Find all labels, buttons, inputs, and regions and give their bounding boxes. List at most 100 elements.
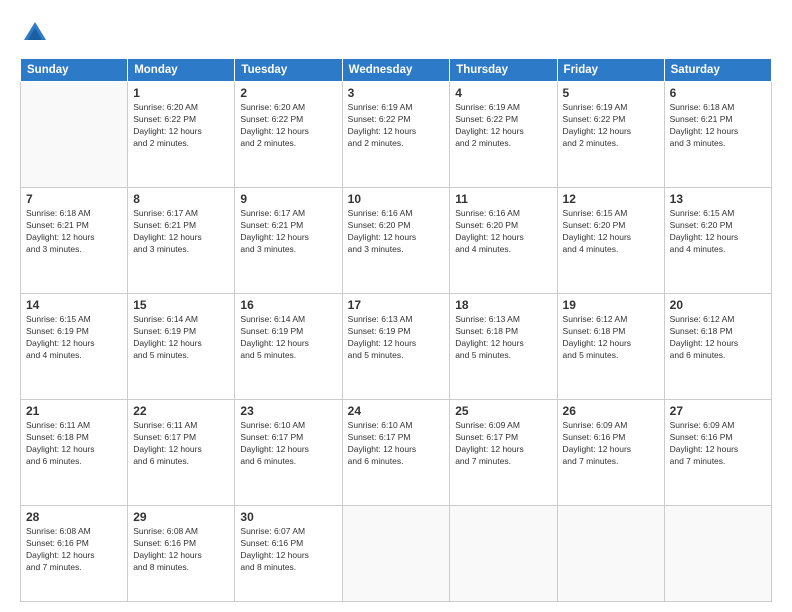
header-monday: Monday: [128, 59, 235, 82]
day-cell: 25Sunrise: 6:09 AMSunset: 6:17 PMDayligh…: [450, 399, 557, 505]
day-cell: 6Sunrise: 6:18 AMSunset: 6:21 PMDaylight…: [664, 82, 771, 188]
day-number: 8: [133, 192, 229, 206]
day-number: 10: [348, 192, 445, 206]
calendar-header: SundayMondayTuesdayWednesdayThursdayFrid…: [21, 59, 772, 82]
day-cell: 27 Sunrise: 6:09 AMSunset: 6:16 PMDayligh…: [664, 399, 771, 505]
logo-icon: [20, 18, 50, 48]
day-cell: [450, 505, 557, 601]
day-cell: 24 Sunrise: 6:10 AMSunset: 6:17 PMDayligh…: [342, 399, 450, 505]
day-cell: 14 Sunrise: 6:15 AMSunset: 6:19 PMDayligh…: [21, 293, 128, 399]
day-cell: 4 Sunrise: 6:19 AMSunset: 6:22 PMDaylight…: [450, 82, 557, 188]
day-number: 1: [133, 86, 229, 100]
day-number: 28: [26, 510, 122, 524]
day-number: 9: [240, 192, 336, 206]
day-info: Sunrise: 6:09 AMSunset: 6:17 PMDaylight:…: [455, 420, 551, 468]
day-cell: 17 Sunrise: 6:13 AMSunset: 6:19 PMDayligh…: [342, 293, 450, 399]
day-cell: 30 Sunrise: 6:07 AMSunset: 6:16 PMDayligh…: [235, 505, 342, 601]
day-number: 24: [348, 404, 445, 418]
top-area: [20, 18, 772, 48]
header-wednesday: Wednesday: [342, 59, 450, 82]
day-cell: 23 Sunrise: 6:10 AMSunset: 6:17 PMDayligh…: [235, 399, 342, 505]
day-number: 4: [455, 86, 551, 100]
day-number: 18: [455, 298, 551, 312]
day-number: 23: [240, 404, 336, 418]
day-number: 7: [26, 192, 122, 206]
day-info: Sunrise: 6:08 AMSunset: 6:16 PMDaylight:…: [133, 526, 229, 574]
day-info: Sunrise: 6:20 AMSunset: 6:22 PMDaylight:…: [133, 102, 229, 150]
day-info: Sunrise: 6:08 AMSunset: 6:16 PMDaylight:…: [26, 526, 122, 574]
day-cell: 13 Sunrise: 6:15 AMSunset: 6:20 PMDayligh…: [664, 187, 771, 293]
day-info: Sunrise: 6:19 AMSunset: 6:22 PMDaylight:…: [348, 102, 445, 150]
day-cell: 10 Sunrise: 6:16 AMSunset: 6:20 PMDayligh…: [342, 187, 450, 293]
day-info: Sunrise: 6:07 AMSunset: 6:16 PMDaylight:…: [240, 526, 336, 574]
day-cell: 20Sunrise: 6:12 AMSunset: 6:18 PMDayligh…: [664, 293, 771, 399]
day-number: 2: [240, 86, 336, 100]
day-cell: 18Sunrise: 6:13 AMSunset: 6:18 PMDayligh…: [450, 293, 557, 399]
day-info: Sunrise: 6:15 AMSunset: 6:20 PMDaylight:…: [670, 208, 766, 256]
day-cell: 3Sunrise: 6:19 AMSunset: 6:22 PMDaylight…: [342, 82, 450, 188]
logo: [20, 18, 56, 48]
day-info: Sunrise: 6:12 AMSunset: 6:18 PMDaylight:…: [563, 314, 659, 362]
day-number: 11: [455, 192, 551, 206]
week-row-3: 21 Sunrise: 6:11 AMSunset: 6:18 PMDayligh…: [21, 399, 772, 505]
week-row-1: 7 Sunrise: 6:18 AMSunset: 6:21 PMDaylight…: [21, 187, 772, 293]
day-info: Sunrise: 6:15 AMSunset: 6:19 PMDaylight:…: [26, 314, 122, 362]
day-cell: [21, 82, 128, 188]
day-number: 13: [670, 192, 766, 206]
header-tuesday: Tuesday: [235, 59, 342, 82]
day-info: Sunrise: 6:20 AMSunset: 6:22 PMDaylight:…: [240, 102, 336, 150]
calendar: SundayMondayTuesdayWednesdayThursdayFrid…: [20, 58, 772, 602]
day-number: 12: [563, 192, 659, 206]
week-row-0: 1 Sunrise: 6:20 AMSunset: 6:22 PMDaylight…: [21, 82, 772, 188]
day-info: Sunrise: 6:17 AMSunset: 6:21 PMDaylight:…: [240, 208, 336, 256]
header-friday: Friday: [557, 59, 664, 82]
day-info: Sunrise: 6:18 AMSunset: 6:21 PMDaylight:…: [670, 102, 766, 150]
day-number: 16: [240, 298, 336, 312]
day-cell: 8Sunrise: 6:17 AMSunset: 6:21 PMDaylight…: [128, 187, 235, 293]
day-cell: 19 Sunrise: 6:12 AMSunset: 6:18 PMDayligh…: [557, 293, 664, 399]
day-info: Sunrise: 6:15 AMSunset: 6:20 PMDaylight:…: [563, 208, 659, 256]
day-number: 30: [240, 510, 336, 524]
day-info: Sunrise: 6:16 AMSunset: 6:20 PMDaylight:…: [455, 208, 551, 256]
day-info: Sunrise: 6:19 AMSunset: 6:22 PMDaylight:…: [455, 102, 551, 150]
day-info: Sunrise: 6:10 AMSunset: 6:17 PMDaylight:…: [348, 420, 445, 468]
day-number: 5: [563, 86, 659, 100]
day-number: 21: [26, 404, 122, 418]
day-cell: 29Sunrise: 6:08 AMSunset: 6:16 PMDayligh…: [128, 505, 235, 601]
day-cell: 7 Sunrise: 6:18 AMSunset: 6:21 PMDaylight…: [21, 187, 128, 293]
day-info: Sunrise: 6:16 AMSunset: 6:20 PMDaylight:…: [348, 208, 445, 256]
header-row: SundayMondayTuesdayWednesdayThursdayFrid…: [21, 59, 772, 82]
day-info: Sunrise: 6:10 AMSunset: 6:17 PMDaylight:…: [240, 420, 336, 468]
week-row-4: 28 Sunrise: 6:08 AMSunset: 6:16 PMDayligh…: [21, 505, 772, 601]
day-cell: 21 Sunrise: 6:11 AMSunset: 6:18 PMDayligh…: [21, 399, 128, 505]
header-thursday: Thursday: [450, 59, 557, 82]
day-number: 26: [563, 404, 659, 418]
day-number: 27: [670, 404, 766, 418]
page: SundayMondayTuesdayWednesdayThursdayFrid…: [0, 0, 792, 612]
header-sunday: Sunday: [21, 59, 128, 82]
day-info: Sunrise: 6:11 AMSunset: 6:18 PMDaylight:…: [26, 420, 122, 468]
header-saturday: Saturday: [664, 59, 771, 82]
day-cell: 16 Sunrise: 6:14 AMSunset: 6:19 PMDayligh…: [235, 293, 342, 399]
day-number: 14: [26, 298, 122, 312]
day-info: Sunrise: 6:12 AMSunset: 6:18 PMDaylight:…: [670, 314, 766, 362]
day-cell: 9 Sunrise: 6:17 AMSunset: 6:21 PMDaylight…: [235, 187, 342, 293]
day-cell: 1 Sunrise: 6:20 AMSunset: 6:22 PMDaylight…: [128, 82, 235, 188]
day-number: 17: [348, 298, 445, 312]
day-cell: [342, 505, 450, 601]
day-info: Sunrise: 6:13 AMSunset: 6:19 PMDaylight:…: [348, 314, 445, 362]
day-cell: 2 Sunrise: 6:20 AMSunset: 6:22 PMDaylight…: [235, 82, 342, 188]
day-info: Sunrise: 6:18 AMSunset: 6:21 PMDaylight:…: [26, 208, 122, 256]
day-cell: 28 Sunrise: 6:08 AMSunset: 6:16 PMDayligh…: [21, 505, 128, 601]
day-cell: [557, 505, 664, 601]
day-info: Sunrise: 6:14 AMSunset: 6:19 PMDaylight:…: [240, 314, 336, 362]
day-cell: 12 Sunrise: 6:15 AMSunset: 6:20 PMDayligh…: [557, 187, 664, 293]
day-number: 19: [563, 298, 659, 312]
calendar-body: 1 Sunrise: 6:20 AMSunset: 6:22 PMDaylight…: [21, 82, 772, 602]
day-info: Sunrise: 6:09 AMSunset: 6:16 PMDaylight:…: [670, 420, 766, 468]
day-number: 22: [133, 404, 229, 418]
week-row-2: 14 Sunrise: 6:15 AMSunset: 6:19 PMDayligh…: [21, 293, 772, 399]
day-cell: [664, 505, 771, 601]
day-cell: 11 Sunrise: 6:16 AMSunset: 6:20 PMDayligh…: [450, 187, 557, 293]
day-cell: 26Sunrise: 6:09 AMSunset: 6:16 PMDayligh…: [557, 399, 664, 505]
